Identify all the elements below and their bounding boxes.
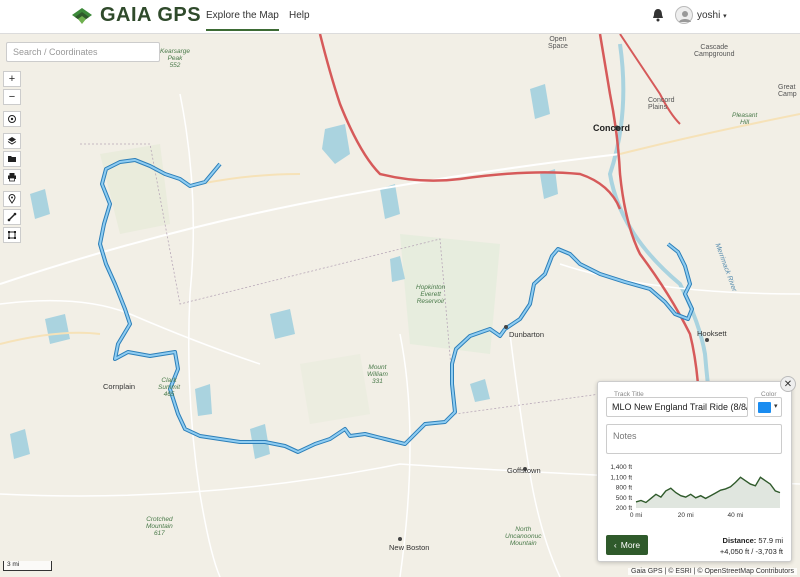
map-label-goffstown: Goffstown [507, 466, 541, 475]
map-label-new-boston: New Boston [389, 543, 430, 552]
nav-help[interactable]: Help [289, 10, 310, 21]
nav-explore-map[interactable]: Explore the Map [206, 10, 279, 31]
print-icon [8, 173, 16, 182]
map-label-concord: Concord [593, 123, 630, 133]
zoom-in-button[interactable]: + [3, 71, 21, 87]
folder-button[interactable] [3, 151, 21, 167]
layers-button[interactable] [3, 133, 21, 149]
map-label-concord-plains: Concord Plains [648, 97, 675, 111]
y-tick-label: 1,400 ft [610, 464, 632, 471]
map-label-crotched: Crotched Mountain 617 [146, 516, 173, 537]
distance-label: Distance: [722, 536, 757, 545]
map-attribution[interactable]: Gaia GPS | © ESRI | © OpenStreetMap Cont… [628, 568, 797, 575]
y-tick-label: 200 ft [616, 505, 632, 512]
crosshair-icon [8, 115, 16, 123]
map-label-mount-william: Mount William 331 [367, 364, 388, 385]
bell-icon[interactable] [652, 8, 664, 22]
close-icon: ✕ [783, 378, 793, 390]
gaia-logo-icon [72, 7, 92, 24]
map-label-dunbarton: Dunbarton [509, 330, 545, 339]
distance-value: 57.9 mi [758, 536, 783, 545]
draw-route-button[interactable] [3, 209, 21, 225]
distance-stat: Distance: 57.9 mi [723, 536, 783, 545]
top-nav: GAIA GPS Explore the Map Help yoshi ▾ [0, 0, 800, 34]
color-swatch [758, 402, 771, 413]
chevron-left-icon: ‹ [613, 540, 617, 550]
map-label-hopkinton: Hopkinton Everett Reservoir [416, 284, 446, 305]
search-input[interactable]: Search / Coordinates [6, 42, 160, 62]
map-label-great: Great Camp [778, 84, 797, 98]
plus-icon: + [8, 73, 16, 85]
caret-down-icon: ▾ [774, 403, 778, 410]
y-tick-label: 1,100 ft [610, 474, 632, 481]
map-label-north-uncanoonuc: North Uncanoonuc Mountain [505, 526, 542, 547]
more-button[interactable]: ‹ More [606, 535, 648, 555]
x-tick-label: 0 mi [630, 512, 642, 519]
x-tick-label: 40 mi [728, 512, 744, 519]
map-pin-icon [8, 194, 16, 204]
map-scale: 3 mi [3, 561, 52, 571]
map-label-pleasant-hill: Pleasant Hill [732, 112, 758, 126]
map-label-clark-summit: Clark Summit 465 [158, 377, 181, 398]
map-label-peak: Kearsarge Peak 552 [160, 48, 190, 69]
elevation-stat: +4,050 ft / -3,703 ft [719, 547, 783, 556]
y-tick-label: 500 ft [616, 495, 632, 502]
x-tick-label: 20 mi [678, 512, 694, 519]
map-label-open-space: Open Space [548, 36, 568, 50]
draw-area-button[interactable] [3, 227, 21, 243]
chevron-down-icon: ▾ [723, 13, 727, 20]
elevation-chart: 1,400 ft 1,100 ft 800 ft 500 ft 200 ft 0 mi 2… [610, 464, 781, 519]
close-panel-button[interactable]: ✕ [780, 376, 796, 392]
user-menu[interactable]: yoshi ▾ [697, 10, 727, 21]
map-label-hooksett: Hooksett [697, 329, 727, 338]
map-label-cornplain: Cornplain [103, 382, 136, 391]
track-title-input[interactable]: MLO New England Trail Ride (8/8/2 [606, 397, 748, 417]
brand-logo[interactable]: GAIA GPS [70, 4, 201, 27]
map-label-cascade: Cascade Campground [694, 44, 735, 58]
username: yoshi [697, 10, 721, 21]
area-icon [8, 231, 16, 239]
brand-name: GAIA GPS [100, 4, 202, 26]
notes-field[interactable]: Notes [606, 424, 782, 454]
user-avatar[interactable] [675, 6, 693, 24]
minus-icon: − [8, 91, 16, 103]
folder-icon [8, 156, 16, 162]
y-tick-label: 800 ft [616, 485, 632, 492]
print-button[interactable] [3, 169, 21, 185]
user-icon [679, 11, 691, 22]
zoom-out-button[interactable]: − [3, 89, 21, 105]
color-picker[interactable]: ▾ [754, 397, 782, 417]
route-icon [7, 212, 17, 222]
layers-icon [7, 137, 17, 145]
track-panel: Track Title Color MLO New England Trail … [597, 381, 792, 562]
marker-button[interactable] [3, 191, 21, 207]
elevation-y-ticks: 1,400 ft 1,100 ft 800 ft 500 ft 200 ft [610, 464, 632, 512]
elevation-x-ticks: 0 mi 20 mi 40 mi [630, 512, 744, 519]
more-label: More [620, 540, 641, 550]
locate-button[interactable] [3, 111, 21, 127]
